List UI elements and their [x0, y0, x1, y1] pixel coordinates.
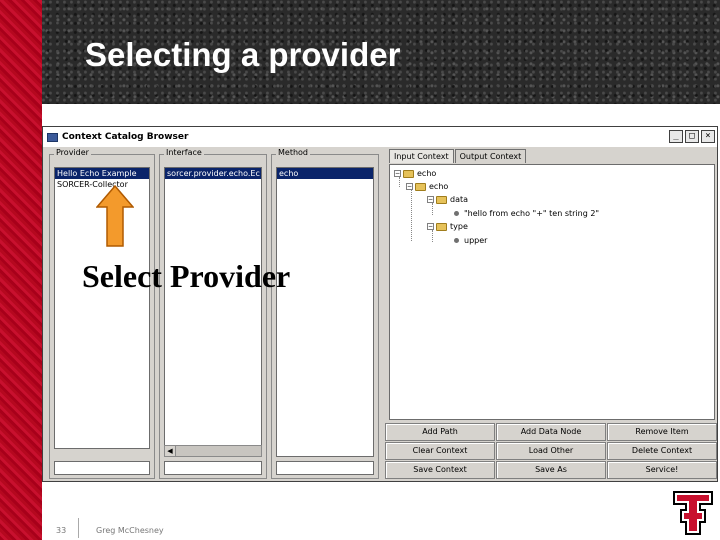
context-tabs: Input Context Output Context — [389, 149, 527, 163]
tree-connector — [411, 189, 412, 241]
app-icon — [47, 132, 58, 142]
method-item[interactable]: echo — [277, 168, 373, 179]
add-path-button[interactable]: Add Path — [385, 423, 495, 441]
interface-label: Interface — [164, 148, 204, 157]
interface-list[interactable]: sorcer.provider.echo.Ec — [164, 167, 262, 457]
maximize-button[interactable]: □ — [685, 130, 699, 143]
tree-leaf-label: "hello from echo "+" ten string 2" — [464, 209, 600, 218]
interface-hscrollbar[interactable]: ◀ — [164, 445, 262, 457]
header-divider — [42, 104, 720, 118]
interface-item[interactable]: sorcer.provider.echo.Ec — [165, 168, 261, 179]
provider-label: Provider — [54, 148, 91, 157]
folder-icon — [436, 222, 447, 231]
method-filter-field[interactable] — [276, 461, 374, 475]
minimize-button[interactable]: _ — [669, 130, 683, 143]
window-controls: _ □ × — [669, 130, 715, 143]
window-titlebar[interactable]: Context Catalog Browser _ □ × — [43, 127, 717, 147]
provider-item[interactable]: Hello Echo Example — [55, 168, 149, 179]
tree-node-root[interactable]: − echo — [394, 169, 436, 178]
provider-filter-field[interactable] — [54, 461, 150, 475]
red-side-bar — [0, 0, 42, 540]
tree-leaf-data-value[interactable]: "hello from echo "+" ten string 2" — [454, 209, 599, 218]
tree-node-data[interactable]: − data — [427, 195, 468, 204]
tree-node-label: echo — [417, 169, 437, 178]
texas-tech-logo — [673, 491, 713, 535]
window-title: Context Catalog Browser — [62, 132, 189, 142]
collapse-icon[interactable]: − — [427, 223, 434, 230]
service-button[interactable]: Service! — [607, 461, 717, 479]
save-as-button[interactable]: Save As — [496, 461, 606, 479]
close-button[interactable]: × — [701, 130, 715, 143]
leaf-icon — [454, 211, 459, 216]
method-list[interactable]: echo — [276, 167, 374, 457]
add-data-node-button[interactable]: Add Data Node — [496, 423, 606, 441]
scroll-left-icon[interactable]: ◀ — [165, 446, 176, 456]
delete-context-button[interactable]: Delete Context — [607, 442, 717, 460]
tree-node-label: echo — [429, 182, 449, 191]
footer-author: Greg McChesney — [96, 526, 164, 535]
tree-node-type[interactable]: − type — [427, 222, 468, 231]
slide-title: Selecting a provider — [85, 36, 401, 73]
interface-filter-field[interactable] — [164, 461, 262, 475]
action-buttons: Add Path Add Data Node Remove Item Clear… — [385, 423, 717, 479]
footer-divider — [78, 518, 79, 538]
folder-icon — [436, 195, 447, 204]
collapse-icon[interactable]: − — [394, 170, 401, 177]
tree-connector — [399, 177, 400, 187]
remove-item-button[interactable]: Remove Item — [607, 423, 717, 441]
tree-node-echo[interactable]: − echo — [406, 182, 448, 191]
interface-group: Interface sorcer.provider.echo.Ec ◀ — [159, 148, 267, 479]
tree-leaf-label: upper — [464, 236, 488, 245]
tree-connector — [432, 230, 433, 242]
folder-icon — [403, 169, 414, 178]
tree-leaf-type-value[interactable]: upper — [454, 236, 487, 245]
select-provider-label: Select Provider — [82, 258, 291, 294]
clear-context-button[interactable]: Clear Context — [385, 442, 495, 460]
collapse-icon[interactable]: − — [406, 183, 413, 190]
collapse-icon[interactable]: − — [427, 196, 434, 203]
save-context-button[interactable]: Save Context — [385, 461, 495, 479]
load-other-button[interactable]: Load Other — [496, 442, 606, 460]
method-group: Method echo — [271, 148, 379, 479]
leaf-icon — [454, 238, 459, 243]
tree-connector — [432, 203, 433, 215]
tab-input-context[interactable]: Input Context — [389, 149, 454, 163]
context-catalog-browser-window: Context Catalog Browser _ □ × Provider H… — [42, 126, 718, 482]
page-number: 33 — [56, 526, 67, 535]
tab-output-context[interactable]: Output Context — [454, 149, 527, 163]
tree-node-label: type — [450, 222, 468, 231]
method-label: Method — [276, 148, 311, 157]
context-tree[interactable]: − echo − echo − data "hello from echo "+… — [389, 164, 715, 420]
up-arrow-icon — [96, 185, 134, 247]
folder-icon — [415, 182, 426, 191]
tree-node-label: data — [450, 195, 469, 204]
